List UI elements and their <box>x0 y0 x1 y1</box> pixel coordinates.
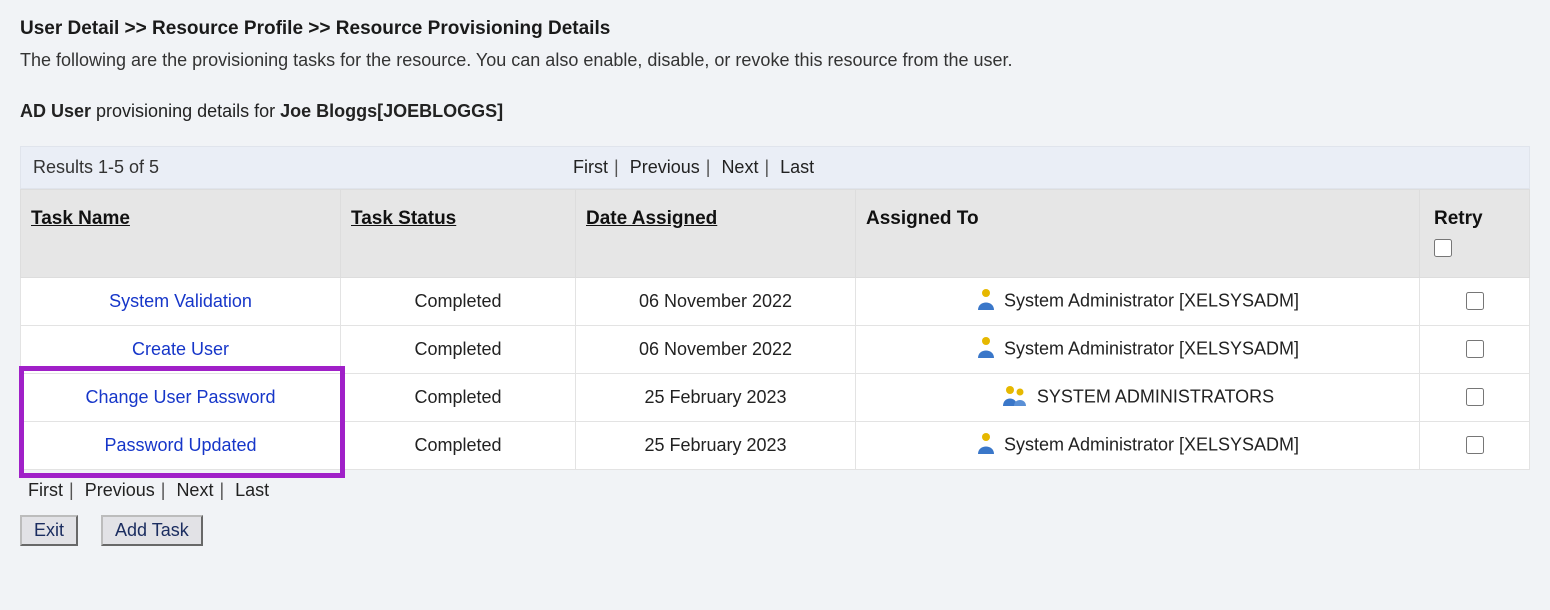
pager-first-link[interactable]: First <box>573 157 608 177</box>
results-count: Results 1-5 of 5 <box>33 157 573 178</box>
task-status-cell: Completed <box>341 374 576 422</box>
pager-next-link[interactable]: Next <box>721 157 758 177</box>
table-header-row: Task Name Task Status Date Assigned Assi… <box>21 190 1530 278</box>
retry-cell <box>1420 422 1530 470</box>
retry-checkbox[interactable] <box>1466 388 1484 406</box>
task-status-cell: Completed <box>341 326 576 374</box>
add-task-button[interactable]: Add Task <box>101 515 203 546</box>
retry-checkbox[interactable] <box>1466 292 1484 310</box>
assigned-to-text: System Administrator [XELSYSADM] <box>1004 434 1299 454</box>
person-icon <box>976 336 996 363</box>
col-date-assigned[interactable]: Date Assigned <box>576 190 856 278</box>
action-buttons: Exit Add Task <box>20 515 1530 546</box>
assigned-to-cell: System Administrator [XELSYSADM] <box>856 278 1420 326</box>
retry-cell <box>1420 326 1530 374</box>
assigned-to-text: System Administrator [XELSYSADM] <box>1004 338 1299 358</box>
task-name-link[interactable]: Change User Password <box>85 387 275 407</box>
date-assigned-cell: 25 February 2023 <box>576 422 856 470</box>
pager-prev-link-bottom[interactable]: Previous <box>85 480 155 500</box>
pager-last-link-bottom[interactable]: Last <box>235 480 269 500</box>
pager-next-link-bottom[interactable]: Next <box>176 480 213 500</box>
person-icon <box>976 288 996 315</box>
col-task-name[interactable]: Task Name <box>21 190 341 278</box>
group-icon <box>1001 384 1029 411</box>
task-status-cell: Completed <box>341 422 576 470</box>
retry-select-all-checkbox[interactable] <box>1434 239 1452 257</box>
task-name-cell: System Validation <box>21 278 341 326</box>
pager-bottom: First| Previous| Next| Last <box>28 480 1530 501</box>
table-row: System Validation Completed06 November 20… <box>21 278 1530 326</box>
breadcrumb: User Detail >> Resource Profile >> Resou… <box>20 18 1530 40</box>
col-assigned-to: Assigned To <box>856 190 1420 278</box>
assigned-to-text: System Administrator [XELSYSADM] <box>1004 290 1299 310</box>
task-name-link[interactable]: System Validation <box>109 291 252 311</box>
table-row: Password Updated Completed25 February 202… <box>21 422 1530 470</box>
pager-last-link[interactable]: Last <box>780 157 814 177</box>
pager-prev-link[interactable]: Previous <box>630 157 700 177</box>
pager-top: First| Previous| Next| Last <box>573 157 814 178</box>
page-description: The following are the provisioning tasks… <box>20 50 1530 71</box>
user-context-line: AD User provisioning details for Joe Blo… <box>20 101 1530 122</box>
date-assigned-cell: 25 February 2023 <box>576 374 856 422</box>
date-assigned-cell: 06 November 2022 <box>576 326 856 374</box>
task-name-cell: Change User Password <box>21 374 341 422</box>
col-retry: Retry <box>1420 190 1530 278</box>
pager-first-link-bottom[interactable]: First <box>28 480 63 500</box>
task-status-cell: Completed <box>341 278 576 326</box>
task-name-link[interactable]: Password Updated <box>104 435 256 455</box>
person-icon <box>976 432 996 459</box>
assigned-to-cell: System Administrator [XELSYSADM] <box>856 326 1420 374</box>
assigned-to-cell: SYSTEM ADMINISTRATORS <box>856 374 1420 422</box>
exit-button[interactable]: Exit <box>20 515 78 546</box>
table-row: Create User Completed06 November 2022 Syst… <box>21 326 1530 374</box>
retry-cell <box>1420 278 1530 326</box>
retry-cell <box>1420 374 1530 422</box>
task-name-link[interactable]: Create User <box>132 339 229 359</box>
retry-checkbox[interactable] <box>1466 436 1484 454</box>
assigned-to-cell: System Administrator [XELSYSADM] <box>856 422 1420 470</box>
task-name-cell: Password Updated <box>21 422 341 470</box>
tasks-table: Task Name Task Status Date Assigned Assi… <box>20 189 1530 470</box>
results-bar: Results 1-5 of 5 First| Previous| Next| … <box>20 146 1530 189</box>
assigned-to-text: SYSTEM ADMINISTRATORS <box>1037 386 1274 406</box>
col-task-status[interactable]: Task Status <box>341 190 576 278</box>
table-row: Change User Password Completed25 February… <box>21 374 1530 422</box>
date-assigned-cell: 06 November 2022 <box>576 278 856 326</box>
task-name-cell: Create User <box>21 326 341 374</box>
retry-checkbox[interactable] <box>1466 340 1484 358</box>
